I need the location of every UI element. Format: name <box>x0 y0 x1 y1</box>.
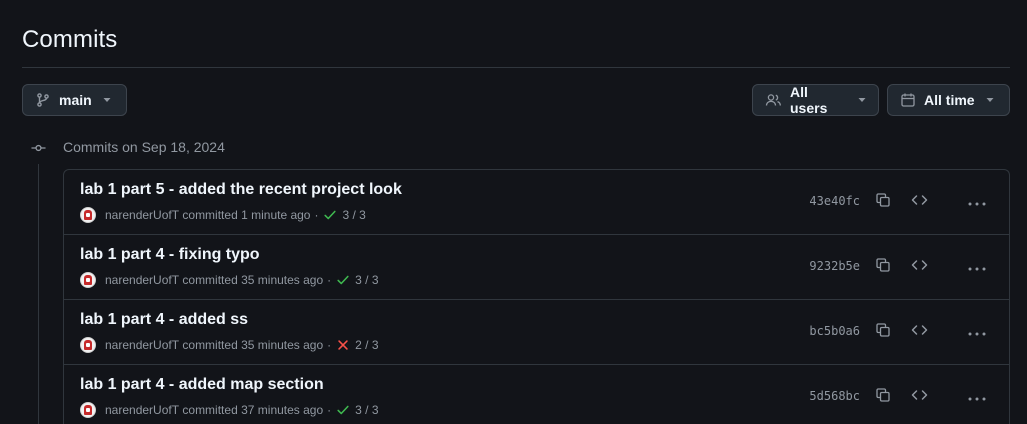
code-icon <box>911 387 928 408</box>
separator-dot: · <box>327 403 332 417</box>
commit-meta: narenderUofT committed 35 minutes ago · … <box>80 337 379 353</box>
commit-row: lab 1 part 4 - fixing typo narenderUofT … <box>64 235 1009 300</box>
users-filter-button[interactable]: All users <box>752 84 879 116</box>
commit-row: lab 1 part 4 - added ss narenderUofT com… <box>64 300 1009 365</box>
check-icon[interactable] <box>336 403 350 417</box>
copy-icon <box>875 192 891 213</box>
check-icon[interactable] <box>323 208 337 222</box>
more-actions-button[interactable] <box>965 385 989 409</box>
commit-author[interactable]: narenderUofT <box>105 338 179 352</box>
git-commit-icon <box>31 140 46 155</box>
commit-group-heading: Commits on Sep 18, 2024 <box>63 139 225 155</box>
people-icon <box>765 92 782 108</box>
commit-author[interactable]: narenderUofT <box>105 208 179 222</box>
copy-sha-button[interactable] <box>871 190 895 214</box>
commit-sha-link[interactable]: 5d568bc <box>809 389 860 403</box>
copy-icon <box>875 387 891 408</box>
commit-author[interactable]: narenderUofT <box>105 273 179 287</box>
page-title: Commits <box>22 26 118 53</box>
commit-message-link[interactable]: lab 1 part 4 - added ss <box>80 311 248 329</box>
commit-sha-link[interactable]: 9232b5e <box>809 259 860 273</box>
kebab-horizontal-icon <box>968 258 986 276</box>
separator-dot: · <box>327 273 332 287</box>
commit-message-link[interactable]: lab 1 part 5 - added the recent project … <box>80 181 402 199</box>
copy-icon <box>875 322 891 343</box>
kebab-horizontal-icon <box>968 193 986 211</box>
separator-dot: · <box>327 338 332 352</box>
users-filter-label: All users <box>790 84 828 116</box>
commit-meta: narenderUofT committed 37 minutes ago · … <box>80 402 379 418</box>
caret-down-icon <box>102 97 112 103</box>
commit-time: 1 minute ago <box>241 208 311 222</box>
title-divider <box>22 67 1010 68</box>
commit-time: 35 minutes ago <box>241 338 324 352</box>
more-actions-button[interactable] <box>965 320 989 344</box>
commit-author[interactable]: narenderUofT <box>105 403 179 417</box>
commit-sha-link[interactable]: bc5b0a6 <box>809 324 860 338</box>
commit-message-link[interactable]: lab 1 part 4 - fixing typo <box>80 246 260 264</box>
browse-repo-button[interactable] <box>907 385 931 409</box>
branch-select-button[interactable]: main <box>22 84 127 116</box>
browse-repo-button[interactable] <box>907 190 931 214</box>
browse-repo-button[interactable] <box>907 320 931 344</box>
avatar[interactable] <box>80 337 96 353</box>
avatar[interactable] <box>80 272 96 288</box>
commit-meta: narenderUofT committed 1 minute ago · 3 … <box>80 207 366 223</box>
checks-count[interactable]: 2 / 3 <box>355 338 378 352</box>
commit-action: committed <box>182 403 238 417</box>
separator-dot: · <box>314 208 319 222</box>
x-icon[interactable] <box>336 338 350 352</box>
commit-message-link[interactable]: lab 1 part 4 - added map section <box>80 376 324 394</box>
kebab-horizontal-icon <box>968 388 986 406</box>
kebab-horizontal-icon <box>968 323 986 341</box>
commit-action: committed <box>182 273 238 287</box>
copy-sha-button[interactable] <box>871 255 895 279</box>
checks-count[interactable]: 3 / 3 <box>342 208 365 222</box>
time-filter-button[interactable]: All time <box>887 84 1010 116</box>
copy-sha-button[interactable] <box>871 385 895 409</box>
caret-down-icon <box>985 97 995 103</box>
time-filter-label: All time <box>924 92 975 108</box>
git-branch-icon <box>35 92 51 108</box>
checks-count[interactable]: 3 / 3 <box>355 273 378 287</box>
more-actions-button[interactable] <box>965 255 989 279</box>
code-icon <box>911 322 928 343</box>
commit-row: lab 1 part 4 - added map section narende… <box>64 365 1009 424</box>
branch-select-label: main <box>59 92 92 108</box>
checks-count[interactable]: 3 / 3 <box>355 403 378 417</box>
browse-repo-button[interactable] <box>907 255 931 279</box>
commit-time: 37 minutes ago <box>241 403 324 417</box>
copy-icon <box>875 257 891 278</box>
commit-list: lab 1 part 5 - added the recent project … <box>63 169 1010 424</box>
avatar[interactable] <box>80 207 96 223</box>
avatar[interactable] <box>80 402 96 418</box>
caret-down-icon <box>857 97 867 103</box>
commit-sha-link[interactable]: 43e40fc <box>809 194 860 208</box>
calendar-icon <box>900 92 916 108</box>
commit-action: committed <box>182 338 238 352</box>
commits-page: Commits main All users All time Commits … <box>0 0 1027 424</box>
commit-action: committed <box>182 208 238 222</box>
copy-sha-button[interactable] <box>871 320 895 344</box>
more-actions-button[interactable] <box>965 190 989 214</box>
code-icon <box>911 257 928 278</box>
code-icon <box>911 192 928 213</box>
commit-time: 35 minutes ago <box>241 273 324 287</box>
check-icon[interactable] <box>336 273 350 287</box>
commit-row: lab 1 part 5 - added the recent project … <box>64 170 1009 235</box>
commit-meta: narenderUofT committed 35 minutes ago · … <box>80 272 379 288</box>
timeline-line <box>38 164 39 424</box>
